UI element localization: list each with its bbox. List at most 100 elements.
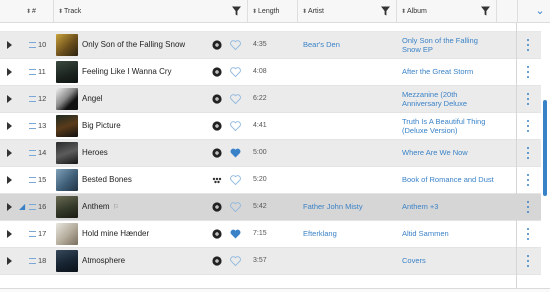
drag-handle-icon[interactable]: [29, 150, 36, 156]
sort-icon: ⬍: [252, 9, 257, 15]
track-title[interactable]: Angel: [82, 86, 102, 112]
filter-icon[interactable]: [232, 6, 241, 16]
more-options-icon[interactable]: [526, 66, 529, 78]
track-number: 10: [38, 40, 47, 49]
track-album-link[interactable]: Book of Romance and Dust: [402, 167, 498, 193]
heart-outline-icon[interactable]: [230, 94, 241, 104]
track-title[interactable]: Bested Bones: [82, 167, 132, 193]
track-number: 12: [38, 94, 47, 103]
table-row[interactable]: 10 Only Son of the Falling Snow 4:35 Bear's…: [0, 32, 545, 59]
drag-handle-icon[interactable]: [29, 42, 36, 48]
play-icon[interactable]: [7, 95, 12, 103]
play-icon[interactable]: [7, 230, 12, 238]
chevron-down-icon[interactable]: ⌄: [533, 4, 547, 18]
album-art-thumbnail[interactable]: [56, 250, 78, 272]
album-art-thumbnail[interactable]: [56, 142, 78, 164]
dots-icon[interactable]: [212, 175, 222, 185]
heart-filled-icon[interactable]: [230, 229, 241, 239]
drag-handle-icon[interactable]: [29, 96, 36, 102]
more-options-icon[interactable]: [526, 93, 529, 105]
play-icon[interactable]: [7, 203, 12, 211]
track-album-link[interactable]: Mezzanine (20th Anniversary Deluxe: [402, 86, 498, 112]
play-icon[interactable]: [7, 176, 12, 184]
more-options-icon[interactable]: [526, 39, 529, 51]
vinyl-icon[interactable]: [212, 94, 222, 104]
table-row[interactable]: ◢ 16 Anthem ⚐ 5:42 Father John Misty Anthem +3: [0, 194, 545, 221]
drag-handle-icon[interactable]: [29, 69, 36, 75]
drag-handle-icon[interactable]: [29, 231, 36, 237]
vinyl-icon[interactable]: [212, 121, 222, 131]
play-icon[interactable]: [7, 68, 12, 76]
column-header-number[interactable]: ⬍ #: [26, 0, 56, 23]
track-artist-link[interactable]: Efterklang: [303, 221, 337, 247]
album-art-thumbnail[interactable]: [56, 61, 78, 83]
column-header-album[interactable]: ⬍ Album: [396, 0, 496, 23]
play-icon[interactable]: [7, 257, 12, 265]
track-album-link[interactable]: Altid Sammen: [402, 221, 498, 247]
track-title-text: Heroes: [82, 148, 108, 157]
filter-icon[interactable]: [481, 6, 490, 16]
more-options-icon[interactable]: [526, 174, 529, 186]
heart-outline-icon[interactable]: [230, 40, 241, 50]
heart-outline-icon[interactable]: [230, 202, 241, 212]
heart-outline-icon[interactable]: [230, 121, 241, 131]
table-row[interactable]: 17 Hold mine Hænder 7:15 Efterklang Altid Sa…: [0, 221, 545, 248]
album-art-thumbnail[interactable]: [56, 196, 78, 218]
vinyl-icon[interactable]: [212, 229, 222, 239]
album-art-thumbnail[interactable]: [56, 34, 78, 56]
more-options-icon[interactable]: [526, 147, 529, 159]
scrollbar-thumb[interactable]: [543, 100, 547, 196]
vinyl-icon[interactable]: [212, 148, 222, 158]
table-row[interactable]: 14 Heroes 5:00 Where Are We Now: [0, 140, 545, 167]
column-header-length[interactable]: ⬍ Length: [247, 0, 297, 23]
track-album-link[interactable]: Truth Is A Beautiful Thing (Deluxe Versi…: [402, 113, 498, 139]
track-album-link[interactable]: Covers: [402, 248, 498, 274]
heart-outline-icon[interactable]: [230, 175, 241, 185]
drag-handle-icon[interactable]: [29, 177, 36, 183]
vinyl-icon[interactable]: [212, 202, 222, 212]
table-row[interactable]: 18 Atmosphere 3:57 Covers: [0, 248, 545, 275]
column-header-number-label: #: [32, 8, 36, 15]
table-row[interactable]: 11 Feeling Like I Wanna Cry 4:08 After the …: [0, 59, 545, 86]
album-art-thumbnail[interactable]: [56, 169, 78, 191]
table-row[interactable]: 12 Angel 6:22 Mezzanine (20th Anniversary D…: [0, 86, 545, 113]
play-icon[interactable]: [7, 41, 12, 49]
track-artist-link[interactable]: Bear's Den: [303, 32, 340, 58]
track-title[interactable]: Feeling Like I Wanna Cry: [82, 59, 172, 85]
album-art-thumbnail[interactable]: [56, 88, 78, 110]
drag-handle-icon[interactable]: [29, 204, 36, 210]
vinyl-icon[interactable]: [212, 67, 222, 77]
track-title[interactable]: Hold mine Hænder: [82, 221, 149, 247]
filter-icon[interactable]: [381, 6, 390, 16]
track-album-link[interactable]: Where Are We Now: [402, 140, 498, 166]
play-icon[interactable]: [7, 122, 12, 130]
track-title[interactable]: Anthem ⚐: [82, 194, 119, 220]
column-header-artist[interactable]: ⬍ Artist: [297, 0, 396, 23]
vinyl-icon[interactable]: [212, 40, 222, 50]
album-art-thumbnail[interactable]: [56, 115, 78, 137]
drag-handle-icon[interactable]: [29, 123, 36, 129]
heart-filled-icon[interactable]: [230, 148, 241, 158]
track-title[interactable]: Big Picture: [82, 113, 121, 139]
heart-outline-icon[interactable]: [230, 256, 241, 266]
track-title[interactable]: Heroes: [82, 140, 108, 166]
play-icon[interactable]: [7, 149, 12, 157]
heart-outline-icon[interactable]: [230, 67, 241, 77]
drag-handle-icon[interactable]: [29, 258, 36, 264]
track-album-link[interactable]: Anthem +3: [402, 194, 498, 220]
album-art-thumbnail[interactable]: [56, 223, 78, 245]
track-album-link[interactable]: After the Great Storm: [402, 59, 498, 85]
track-artist-link[interactable]: Father John Misty: [303, 194, 363, 220]
more-options-icon[interactable]: [526, 201, 529, 213]
track-title[interactable]: Only Son of the Falling Snow: [82, 32, 185, 58]
track-title[interactable]: Atmosphere: [82, 248, 125, 274]
table-row[interactable]: 13 Big Picture 4:41 Truth Is A Beautiful Th…: [0, 113, 545, 140]
more-options-icon[interactable]: [526, 120, 529, 132]
more-options-icon[interactable]: [526, 255, 529, 267]
track-album-link[interactable]: Only Son of the Falling Snow EP: [402, 32, 498, 58]
more-options-icon[interactable]: [526, 228, 529, 240]
column-header-track[interactable]: ⬍ Track: [53, 0, 247, 23]
track-length: 5:00: [253, 149, 267, 156]
vinyl-icon[interactable]: [212, 256, 222, 266]
table-row[interactable]: 15 Bested Bones 5:20 Book of Romance and Du…: [0, 167, 545, 194]
